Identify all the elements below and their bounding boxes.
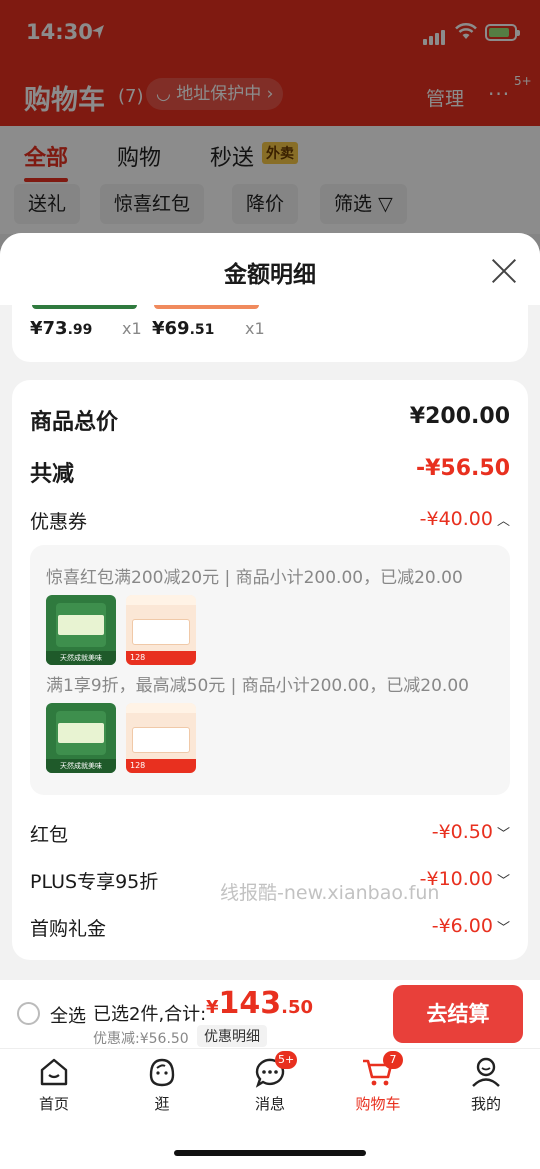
message-icon: 5+ <box>253 1051 298 1089</box>
product-image: 128 <box>126 703 196 773</box>
total-price: ¥143.50 <box>206 986 314 1021</box>
sheet-header: 金额明细 <box>0 233 540 305</box>
nav-me[interactable]: 我的 <box>446 1055 526 1114</box>
hongbao-label: 红包 <box>30 824 69 846</box>
discount-detail-button[interactable]: 优惠明细 <box>197 1025 267 1047</box>
nav-messages[interactable]: 5+ 消息 <box>230 1051 310 1114</box>
checkout-button[interactable]: 去结算 <box>393 985 523 1043</box>
product-image: 天然成就美味 <box>46 703 116 773</box>
nav-browse[interactable]: 逛 <box>122 1055 202 1114</box>
checkout-bar: 全选 已选2件,合计: ¥143.50 优惠减:¥56.50 优惠明细 去结算 <box>0 980 540 1048</box>
nav-cart[interactable]: 7 购物车 <box>338 1051 418 1114</box>
total-label: 商品总价 <box>30 410 119 435</box>
cart-icon: 7 <box>361 1051 403 1089</box>
chevron-down-icon: ﹀ <box>496 874 510 889</box>
first-purchase-label: 首购礼金 <box>30 918 107 940</box>
reduce-value: -¥56.50 <box>415 456 510 481</box>
coupon-label: 优惠券 <box>30 511 88 533</box>
home-icon <box>37 1055 71 1089</box>
nav-home[interactable]: 首页 <box>14 1055 94 1114</box>
coupon-toggle[interactable]: -¥40.00 ︿ <box>420 508 510 530</box>
coupon-detail-box: 惊喜红包满200减20元 | 商品小计200.00，已减20.00 天然成就美味… <box>30 545 510 795</box>
close-icon[interactable] <box>490 257 518 285</box>
total-value: ¥200.00 <box>409 404 510 429</box>
discount-amount: 优惠减:¥56.50 <box>93 1031 189 1047</box>
coupon-line: 满1享9折，最高减50元 | 商品小计200.00，已减20.00 <box>46 676 469 696</box>
product-thumb-edge <box>154 305 259 309</box>
select-all-label[interactable]: 全选 <box>50 1002 86 1028</box>
price-breakdown-card: 商品总价 ¥200.00 共减 -¥56.50 优惠券 -¥40.00 ︿ 惊喜红… <box>12 380 528 960</box>
chosen-count: 已选2件,合计: <box>93 1004 207 1025</box>
first-purchase-toggle[interactable]: -¥6.00 ﹀ <box>432 915 510 937</box>
watermark: 线报酷-new.xianbao.fun <box>220 882 440 904</box>
cart-badge: 7 <box>383 1051 403 1069</box>
item-qty: x1 <box>245 319 265 338</box>
product-image: 天然成就美味 <box>46 595 116 665</box>
hongbao-toggle[interactable]: -¥0.50 ﹀ <box>432 821 510 843</box>
chevron-down-icon: ﹀ <box>496 827 510 842</box>
message-badge: 5+ <box>275 1051 298 1069</box>
home-indicator <box>174 1150 366 1156</box>
select-all-radio[interactable] <box>17 1002 40 1025</box>
coupon-line: 惊喜红包满200减20元 | 商品小计200.00，已减20.00 <box>46 568 463 588</box>
product-image: 128 <box>126 595 196 665</box>
plus-label: PLUS专享95折 <box>30 871 159 893</box>
chevron-down-icon: ﹀ <box>496 921 510 936</box>
items-summary: ¥73.99 x1 ¥69.51 x1 <box>12 305 528 362</box>
product-thumb-edge <box>32 305 137 309</box>
user-icon <box>469 1055 503 1089</box>
item-price: ¥69.51 <box>152 318 215 339</box>
sheet-title: 金额明细 <box>224 262 316 288</box>
item-qty: x1 <box>122 319 142 338</box>
chevron-up-icon: ︿ <box>496 514 510 529</box>
item-price: ¥73.99 <box>30 318 93 339</box>
reduce-label: 共减 <box>30 462 75 487</box>
face-icon <box>145 1055 179 1089</box>
